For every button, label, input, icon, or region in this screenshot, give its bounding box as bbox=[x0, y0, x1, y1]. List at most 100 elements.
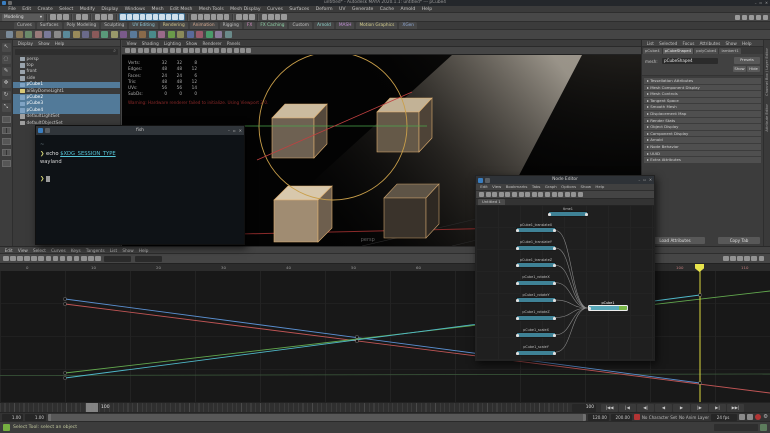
node-editor-titlebar[interactable]: Node Editor –▫✕ bbox=[476, 176, 654, 184]
show-button[interactable]: Show bbox=[733, 66, 746, 72]
node-input-port-icon[interactable] bbox=[516, 264, 519, 267]
outliner-menu-display[interactable]: Display bbox=[15, 40, 36, 46]
ge-menu-keys[interactable]: Keys bbox=[68, 247, 83, 253]
node-bar[interactable] bbox=[516, 280, 556, 286]
lock-camera-icon[interactable] bbox=[131, 48, 136, 53]
menu-modify[interactable]: Modify bbox=[77, 6, 99, 13]
go-to-start-button[interactable]: |◀◀ bbox=[601, 404, 618, 412]
menu-windows[interactable]: Windows bbox=[121, 6, 148, 13]
camera-attributes-icon[interactable] bbox=[138, 48, 143, 53]
node-bar[interactable] bbox=[516, 245, 556, 251]
shelf-tab-uv-editing[interactable]: UV Editing bbox=[129, 22, 157, 29]
menu-display[interactable]: Display bbox=[98, 6, 121, 13]
node-output-port-icon[interactable] bbox=[553, 264, 556, 267]
shelf-icon-24[interactable] bbox=[225, 31, 232, 38]
paint-select-tool-icon[interactable]: ✎ bbox=[2, 67, 11, 76]
shelf-icon-13[interactable] bbox=[120, 31, 127, 38]
layout-four-view-button[interactable] bbox=[2, 127, 11, 134]
set-key-icon[interactable] bbox=[634, 414, 640, 420]
menu-edit-mesh[interactable]: Edit Mesh bbox=[167, 6, 196, 13]
shelf-icon-1[interactable] bbox=[6, 31, 13, 38]
menu-mesh[interactable]: Mesh bbox=[148, 6, 166, 13]
ne-pin-icon[interactable] bbox=[571, 192, 576, 197]
node-output-port-icon[interactable] bbox=[553, 317, 556, 320]
clamped-tangent-icon[interactable] bbox=[74, 256, 80, 262]
viewport-menu-shading[interactable]: Shading bbox=[139, 40, 161, 46]
select-camera-icon[interactable] bbox=[125, 48, 130, 53]
node-output-port-icon[interactable] bbox=[553, 299, 556, 302]
viewport-menu-show[interactable]: Show bbox=[183, 40, 200, 46]
menu-create[interactable]: Create bbox=[34, 6, 56, 13]
ae-menu-focus[interactable]: Focus bbox=[680, 40, 697, 46]
ne-graph-upstream-icon[interactable] bbox=[505, 192, 510, 197]
ne-add-selected-icon[interactable] bbox=[499, 192, 504, 197]
ne-duplicate-icon[interactable] bbox=[486, 192, 491, 197]
launch-render-view-icon[interactable] bbox=[281, 14, 287, 20]
animation-end-field[interactable]: 200.00 bbox=[611, 414, 632, 421]
graph-snap-icon[interactable] bbox=[759, 256, 765, 262]
flat-tangent-icon[interactable] bbox=[88, 256, 94, 262]
step-back-key-button[interactable]: |◀ bbox=[619, 404, 636, 412]
shelf-icon-23[interactable] bbox=[215, 31, 222, 38]
attribute-editor-toggle-icon[interactable] bbox=[756, 15, 762, 21]
animation-start-field[interactable]: 1.00 bbox=[2, 414, 23, 421]
ne-simple-display-icon[interactable] bbox=[545, 192, 550, 197]
ne-show-shapes-icon[interactable] bbox=[565, 192, 570, 197]
node-editor-close-button[interactable]: ✕ bbox=[649, 176, 652, 184]
auto-keyframe-toggle[interactable] bbox=[755, 414, 761, 420]
menu-file[interactable]: File bbox=[5, 6, 19, 13]
select-handles-icon[interactable] bbox=[120, 14, 126, 20]
viewport-menu-renderer[interactable]: Renderer bbox=[200, 40, 224, 46]
node-output-port-icon[interactable] bbox=[553, 282, 556, 285]
ne-menu-tabs[interactable]: Tabs bbox=[530, 184, 543, 190]
select-none-icon[interactable] bbox=[179, 14, 185, 20]
shelf-icon-5[interactable] bbox=[44, 31, 51, 38]
redo-icon[interactable] bbox=[82, 14, 88, 20]
rotate-tool-icon[interactable]: ↻ bbox=[2, 91, 11, 100]
side-tab-attribute-editor[interactable]: Attribute Editor bbox=[765, 104, 769, 132]
hypershade-toggle-icon[interactable] bbox=[742, 15, 748, 21]
lighting-toggle-icon[interactable] bbox=[234, 48, 239, 53]
graph-stats-time-field[interactable] bbox=[104, 256, 131, 262]
anim-layer-menu[interactable]: No Anim Layer bbox=[679, 415, 709, 420]
ae-section-mesh-controls[interactable]: ▸ Mesh Controls bbox=[644, 91, 761, 97]
shelf-tab-xgen[interactable]: XGen bbox=[399, 22, 417, 29]
spline-tangent-icon[interactable] bbox=[67, 256, 73, 262]
copy-tab-button[interactable]: Copy Tab bbox=[718, 237, 760, 245]
layout-hypershade-persp-button[interactable] bbox=[2, 160, 11, 167]
ne-create-node-icon[interactable] bbox=[479, 192, 484, 197]
node-editor-minimize-button[interactable]: – bbox=[638, 176, 640, 184]
node-input-port-icon[interactable] bbox=[516, 334, 519, 337]
command-line-input[interactable] bbox=[714, 424, 758, 431]
shelf-icon-4[interactable] bbox=[35, 31, 42, 38]
select-dynamics-icon[interactable] bbox=[153, 14, 159, 20]
ne-menu-view[interactable]: View bbox=[490, 184, 504, 190]
snap-view-plane-icon[interactable] bbox=[217, 14, 223, 20]
node-output-port-icon[interactable] bbox=[553, 334, 556, 337]
ae-section-extra-attributes[interactable]: ▸ Extra Attributes bbox=[644, 157, 761, 163]
ae-section-uuid[interactable]: ▸ UUID bbox=[644, 151, 761, 157]
node-time1[interactable]: time1 bbox=[548, 207, 588, 218]
snap-point-icon[interactable] bbox=[204, 14, 210, 20]
curve-smoothness-icon[interactable] bbox=[737, 256, 743, 262]
select-tool-icon[interactable]: ↖ bbox=[2, 43, 11, 52]
graph-region-tool-icon[interactable] bbox=[31, 256, 37, 262]
grid-toggle-icon[interactable] bbox=[170, 48, 175, 53]
time-slider[interactable]: 100 100 |◀◀|◀◀|◀▶|▶▶|▶▶| bbox=[0, 402, 770, 412]
ne-graph-both-icon[interactable] bbox=[519, 192, 524, 197]
wireframe-mode-icon[interactable] bbox=[214, 48, 219, 53]
shelf-tab-animation[interactable]: Animation bbox=[190, 22, 218, 29]
node-bar[interactable] bbox=[588, 305, 628, 311]
modeling-toolkit-toggle-icon[interactable] bbox=[735, 15, 741, 21]
new-scene-icon[interactable] bbox=[50, 14, 56, 20]
shelf-icon-10[interactable] bbox=[92, 31, 99, 38]
ne-menu-show[interactable]: Show bbox=[578, 184, 593, 190]
playback-loop-icon[interactable] bbox=[739, 414, 745, 420]
step-forward-frame-button[interactable]: |▶ bbox=[691, 404, 708, 412]
shelf-tab-poly-modeling[interactable]: Poly Modeling bbox=[64, 22, 100, 29]
layout-single-perspective-button[interactable] bbox=[2, 116, 11, 123]
go-to-end-button[interactable]: ▶▶| bbox=[727, 404, 744, 412]
shelf-icon-17[interactable] bbox=[158, 31, 165, 38]
menu-cache[interactable]: Cache bbox=[377, 6, 398, 13]
node-pcube1-translatex[interactable]: pCube1_translateX bbox=[516, 223, 556, 234]
